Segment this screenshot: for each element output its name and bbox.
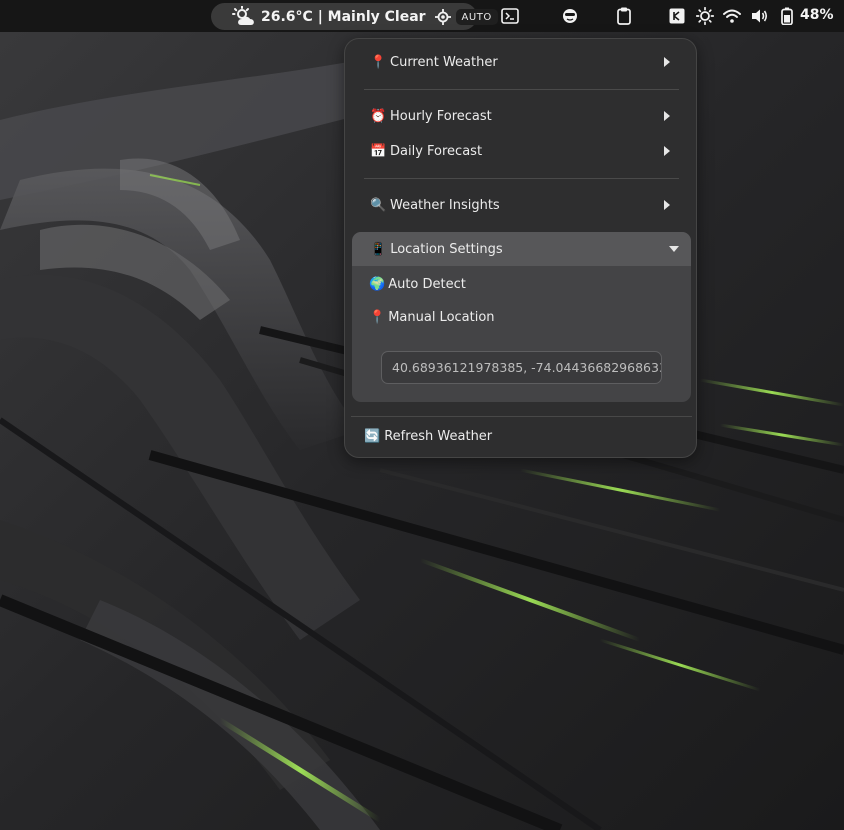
brightness-icon[interactable] (696, 6, 714, 26)
menu-item-location-settings[interactable]: 📱 Location Settings (352, 232, 691, 266)
battery-icon[interactable] (780, 6, 794, 26)
chevron-right-icon (664, 57, 670, 67)
alarm-clock-icon: ⏰ (370, 108, 387, 124)
weather-indicator[interactable]: 26.6°C | Mainly Clear AUTO (211, 3, 498, 30)
clipboard-icon[interactable] (615, 6, 633, 26)
top-panel: 26.6°C | Mainly Clear AUTO 48% (0, 0, 844, 32)
weather-summary: 26.6°C | Mainly Clear (261, 8, 426, 25)
refresh-icon: 🔄 (364, 428, 381, 444)
chevron-down-icon (669, 246, 679, 252)
chevron-right-icon (664, 146, 670, 156)
pin-icon: 📍 (369, 309, 386, 325)
menu-item-label: Current Weather (390, 54, 498, 70)
menu-item-label: Weather Insights (390, 197, 500, 213)
keyboard-layout-icon[interactable] (668, 6, 686, 26)
chevron-right-icon (664, 200, 670, 210)
mobile-phone-icon: 📱 (370, 241, 387, 257)
chevron-right-icon (664, 111, 670, 121)
globe-icon: 🌍 (369, 276, 386, 292)
weather-sun-cloud-icon (232, 5, 258, 28)
location-settings-submenu: 📱 Location Settings 🌍 Auto Detect 📍 Manu… (352, 232, 691, 402)
menu-item-hourly-forecast[interactable]: ⏰ Hourly Forecast (352, 99, 689, 133)
weather-menu: 📍 Current Weather ⏰ Hourly Forecast 📅 Da… (344, 38, 697, 458)
submenu-item-label: Auto Detect (388, 276, 466, 292)
gps-icon (434, 8, 451, 25)
calendar-icon: 📅 (370, 143, 387, 159)
submenu-item-label: Manual Location (388, 309, 495, 325)
menu-item-current-weather[interactable]: 📍 Current Weather (352, 45, 689, 79)
wifi-icon[interactable] (723, 6, 741, 26)
magnifier-icon: 🔍 (370, 197, 387, 213)
battery-percentage: 48% (800, 7, 834, 23)
menu-item-label: Daily Forecast (390, 143, 483, 159)
pin-icon: 📍 (370, 54, 387, 70)
auto-badge: AUTO (455, 8, 498, 25)
face-icon[interactable] (561, 6, 579, 26)
submenu-item-auto-detect[interactable]: 🌍 Auto Detect (369, 269, 466, 299)
volume-icon[interactable] (751, 6, 769, 26)
menu-item-weather-insights[interactable]: 🔍 Weather Insights (352, 188, 689, 222)
menu-item-label: Location Settings (390, 241, 503, 257)
menu-item-daily-forecast[interactable]: 📅 Daily Forecast (352, 134, 689, 168)
menu-item-label: Refresh Weather (384, 428, 493, 444)
menu-separator (364, 178, 679, 179)
menu-item-refresh-weather[interactable]: 🔄 Refresh Weather (345, 419, 696, 453)
terminal-icon[interactable] (501, 6, 519, 26)
menu-separator (351, 416, 692, 417)
coordinates-input[interactable] (381, 351, 662, 384)
menu-separator (364, 89, 679, 90)
menu-item-label: Hourly Forecast (390, 108, 492, 124)
submenu-item-manual-location[interactable]: 📍 Manual Location (369, 302, 495, 332)
